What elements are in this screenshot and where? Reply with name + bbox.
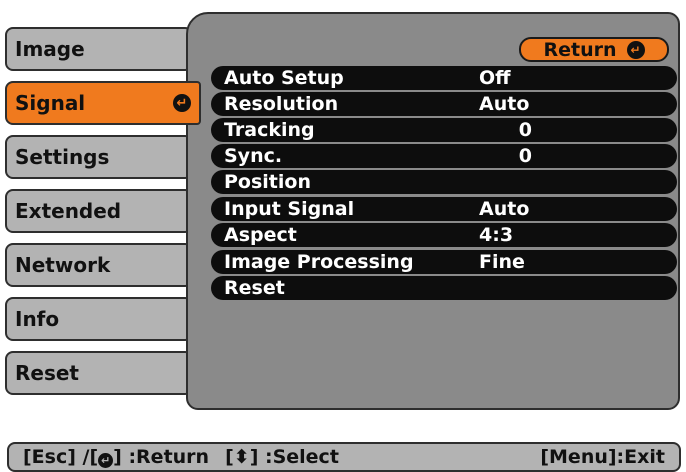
setting-row-reset[interactable]: Reset (211, 276, 677, 300)
help-return: [Esc] /[↵] :Return (23, 446, 210, 468)
menu-item-label: Info (15, 307, 60, 331)
menu-item-label: Image (15, 37, 85, 61)
enter-icon: ↵ (173, 94, 191, 112)
menu-item-label: Signal (15, 91, 86, 115)
return-label: Return (543, 38, 617, 61)
setting-label: Tracking (224, 119, 315, 141)
menu-item-image[interactable]: Image (5, 27, 193, 71)
menu-item-extended[interactable]: Extended (5, 189, 193, 233)
setting-value: Auto (479, 93, 530, 115)
help-exit: [Menu]:Exit (540, 446, 665, 468)
setting-label: Position (224, 171, 311, 193)
setting-value: Off (479, 67, 511, 89)
setting-row-image-processing[interactable]: Image Processing Fine (211, 250, 677, 274)
setting-row-tracking[interactable]: Tracking 0 (211, 118, 677, 142)
setting-value: Auto (479, 198, 530, 220)
setting-row-aspect[interactable]: Aspect 4:3 (211, 223, 677, 247)
setting-value: Fine (479, 251, 525, 273)
setting-row-auto-setup[interactable]: Auto Setup Off (211, 66, 677, 90)
setting-row-input-signal[interactable]: Input Signal Auto (211, 197, 677, 221)
enter-icon: ↵ (626, 40, 645, 59)
setting-label: Image Processing (224, 251, 414, 273)
return-button[interactable]: Return ↵ (519, 37, 669, 62)
menu-item-network[interactable]: Network (5, 243, 193, 287)
setting-label: Aspect (224, 224, 297, 246)
menu-item-settings[interactable]: Settings (5, 135, 193, 179)
menu-item-label: Network (15, 253, 111, 277)
setting-label: Reset (224, 277, 285, 299)
setting-value: 4:3 (479, 224, 514, 246)
setting-value: 0 (518, 119, 532, 141)
up-down-arrow-icon: ⬍ (233, 446, 250, 468)
setting-row-sync[interactable]: Sync. 0 (211, 144, 677, 168)
menu-item-reset[interactable]: Reset (5, 351, 193, 395)
setting-row-position[interactable]: Position (211, 170, 677, 194)
menu-item-info[interactable]: Info (5, 297, 193, 341)
menu-item-label: Extended (15, 199, 122, 223)
help-bar: [Esc] /[↵] :Return [⬍] :Select [Menu]:Ex… (7, 442, 681, 472)
setting-label: Auto Setup (224, 67, 344, 89)
help-select: [⬍] :Select (225, 446, 339, 468)
menu-item-signal[interactable]: Signal ↵ (5, 81, 201, 125)
setting-label: Sync. (224, 145, 283, 167)
setting-value: 0 (518, 145, 532, 167)
setting-label: Input Signal (224, 198, 355, 220)
menu-item-label: Reset (15, 361, 79, 385)
enter-icon: ↵ (98, 453, 114, 468)
menu-item-label: Settings (15, 145, 110, 169)
setting-row-resolution[interactable]: Resolution Auto (211, 92, 677, 116)
setting-label: Resolution (224, 93, 339, 115)
